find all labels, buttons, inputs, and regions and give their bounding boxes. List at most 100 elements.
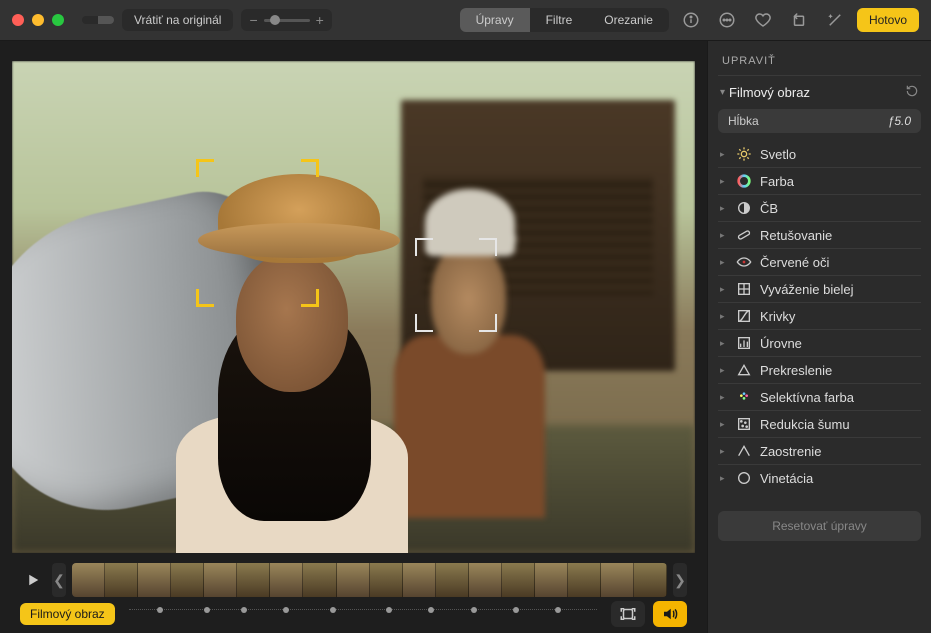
chevron-right-icon: ▸ xyxy=(720,203,728,214)
tab-filters[interactable]: Filtre xyxy=(530,8,589,32)
cinematic-badge[interactable]: Filmový obraz xyxy=(20,603,115,625)
keyframe-dot[interactable] xyxy=(157,607,163,613)
adjustment-label: Červené oči xyxy=(760,255,829,270)
zoom-out-icon[interactable]: − xyxy=(249,12,257,28)
zoom-thumb[interactable] xyxy=(270,15,280,25)
revert-button[interactable]: Vrátiť na originál xyxy=(122,9,233,31)
chevron-right-icon: ▸ xyxy=(720,365,728,376)
zoom-in-icon[interactable]: + xyxy=(316,12,324,28)
focus-manual-button[interactable] xyxy=(611,601,645,627)
filmstrip-frame[interactable] xyxy=(370,563,403,597)
filmstrip-frame[interactable] xyxy=(469,563,502,597)
adjustment-bw[interactable]: ▸ČB xyxy=(718,194,921,221)
adjustment-label: Selektívna farba xyxy=(760,390,854,405)
keyframe-dot[interactable] xyxy=(471,607,477,613)
filmstrip-frame[interactable] xyxy=(237,563,270,597)
tab-crop[interactable]: Orezanie xyxy=(588,8,669,32)
focus-bracket-secondary[interactable] xyxy=(415,238,497,331)
keyframe-dot[interactable] xyxy=(428,607,434,613)
focus-bracket-primary[interactable] xyxy=(196,159,319,307)
close-window[interactable] xyxy=(12,14,24,26)
adjustment-curves[interactable]: ▸Krivky xyxy=(718,302,921,329)
adjustment-label: Redukcia šumu xyxy=(760,417,850,432)
filmstrip-frame[interactable] xyxy=(138,563,171,597)
clip-end-handle[interactable]: ❯ xyxy=(673,563,687,597)
zoom-slider[interactable]: − + xyxy=(241,9,331,31)
filmstrip-frame[interactable] xyxy=(303,563,336,597)
keyframe-dot[interactable] xyxy=(555,607,561,613)
chevron-right-icon: ▸ xyxy=(720,419,728,430)
chevron-right-icon: ▸ xyxy=(720,473,728,484)
grid-icon xyxy=(736,281,752,297)
filmstrip-frame[interactable] xyxy=(171,563,204,597)
adjustment-vignette[interactable]: ▸Vinetácia xyxy=(718,464,921,491)
adjustment-redeye[interactable]: ▸ Červené oči xyxy=(718,248,921,275)
cinematic-reset-icon[interactable] xyxy=(905,84,919,101)
keyframe-dot[interactable] xyxy=(204,607,210,613)
minimize-window[interactable] xyxy=(32,14,44,26)
chevron-right-icon: ▸ xyxy=(720,284,728,295)
cinematic-section-header[interactable]: ▾ Filmový obraz xyxy=(718,76,921,107)
chevron-down-icon: ▾ xyxy=(720,87,725,98)
adjustment-retouch[interactable]: ▸Retušovanie xyxy=(718,221,921,248)
filmstrip-frame[interactable] xyxy=(72,563,105,597)
adjustment-definition[interactable]: ▸Prekreslenie xyxy=(718,356,921,383)
tab-adjust[interactable]: Úpravy xyxy=(460,8,530,32)
reset-all-button[interactable]: Resetovať úpravy xyxy=(718,511,921,541)
favorite-icon[interactable] xyxy=(749,6,777,34)
sharpen-icon xyxy=(736,443,752,459)
keyframe-dot[interactable] xyxy=(241,607,247,613)
filmstrip-frame[interactable] xyxy=(601,563,634,597)
filmstrip-frame[interactable] xyxy=(403,563,436,597)
keyframe-dot[interactable] xyxy=(386,607,392,613)
zoom-window[interactable] xyxy=(52,14,64,26)
filmstrip-frame[interactable] xyxy=(568,563,601,597)
filmstrip-frame[interactable] xyxy=(337,563,370,597)
depth-label: Hĺbka xyxy=(728,114,759,128)
adjustment-levels[interactable]: ▸Úrovne xyxy=(718,329,921,356)
auto-enhance-icon[interactable] xyxy=(821,6,849,34)
adjustment-selcolor[interactable]: ▸Selektívna farba xyxy=(718,383,921,410)
curve-icon xyxy=(736,308,752,324)
compare-view-icon[interactable] xyxy=(82,16,98,24)
keyframe-dot[interactable] xyxy=(283,607,289,613)
filmstrip-frame[interactable] xyxy=(270,563,303,597)
filmstrip-frame[interactable] xyxy=(105,563,138,597)
adjustment-light[interactable]: ▸Svetlo xyxy=(718,141,921,167)
info-icon[interactable] xyxy=(677,6,705,34)
filmstrip-frame[interactable] xyxy=(535,563,568,597)
adjustment-wb[interactable]: ▸Vyváženie bielej xyxy=(718,275,921,302)
zoom-track[interactable] xyxy=(264,19,310,22)
adjustment-sharpen[interactable]: ▸Zaostrenie xyxy=(718,437,921,464)
chevron-right-icon: ▸ xyxy=(720,257,728,268)
adjustment-label: Svetlo xyxy=(760,147,796,162)
filmstrip-frame[interactable] xyxy=(634,563,667,597)
depth-row[interactable]: Hĺbka ƒ5.0 xyxy=(718,109,921,133)
keyframe-track[interactable] xyxy=(129,609,597,619)
keyframe-dot[interactable] xyxy=(330,607,336,613)
adjustment-color[interactable]: ▸Farba xyxy=(718,167,921,194)
filmstrip-frame[interactable] xyxy=(436,563,469,597)
adjustments-list: ▸Svetlo▸Farba▸ČB▸Retušovanie▸Červené oči… xyxy=(718,141,921,491)
single-view-icon[interactable] xyxy=(98,16,114,24)
title-bar: Vrátiť na originál − + Úpravy Filtre Ore… xyxy=(0,0,931,41)
filmstrip-frame[interactable] xyxy=(204,563,237,597)
chevron-right-icon: ▸ xyxy=(720,446,728,457)
chevron-right-icon: ▸ xyxy=(720,338,728,349)
adjustment-label: Retušovanie xyxy=(760,228,832,243)
clip-start-handle[interactable]: ❮ xyxy=(52,563,66,597)
window-controls xyxy=(12,14,64,26)
view-mode-segment[interactable] xyxy=(82,16,114,24)
adjustment-noise[interactable]: ▸ Redukcia šumu xyxy=(718,410,921,437)
noise-icon xyxy=(736,416,752,432)
filmstrip-frame[interactable] xyxy=(502,563,535,597)
video-canvas[interactable] xyxy=(12,61,695,553)
done-button[interactable]: Hotovo xyxy=(857,8,919,32)
rotate-icon[interactable] xyxy=(785,6,813,34)
play-button[interactable] xyxy=(20,567,46,593)
eye-icon xyxy=(736,254,752,270)
audio-button[interactable] xyxy=(653,601,687,627)
more-icon[interactable] xyxy=(713,6,741,34)
keyframe-dot[interactable] xyxy=(513,607,519,613)
filmstrip[interactable] xyxy=(72,563,667,597)
